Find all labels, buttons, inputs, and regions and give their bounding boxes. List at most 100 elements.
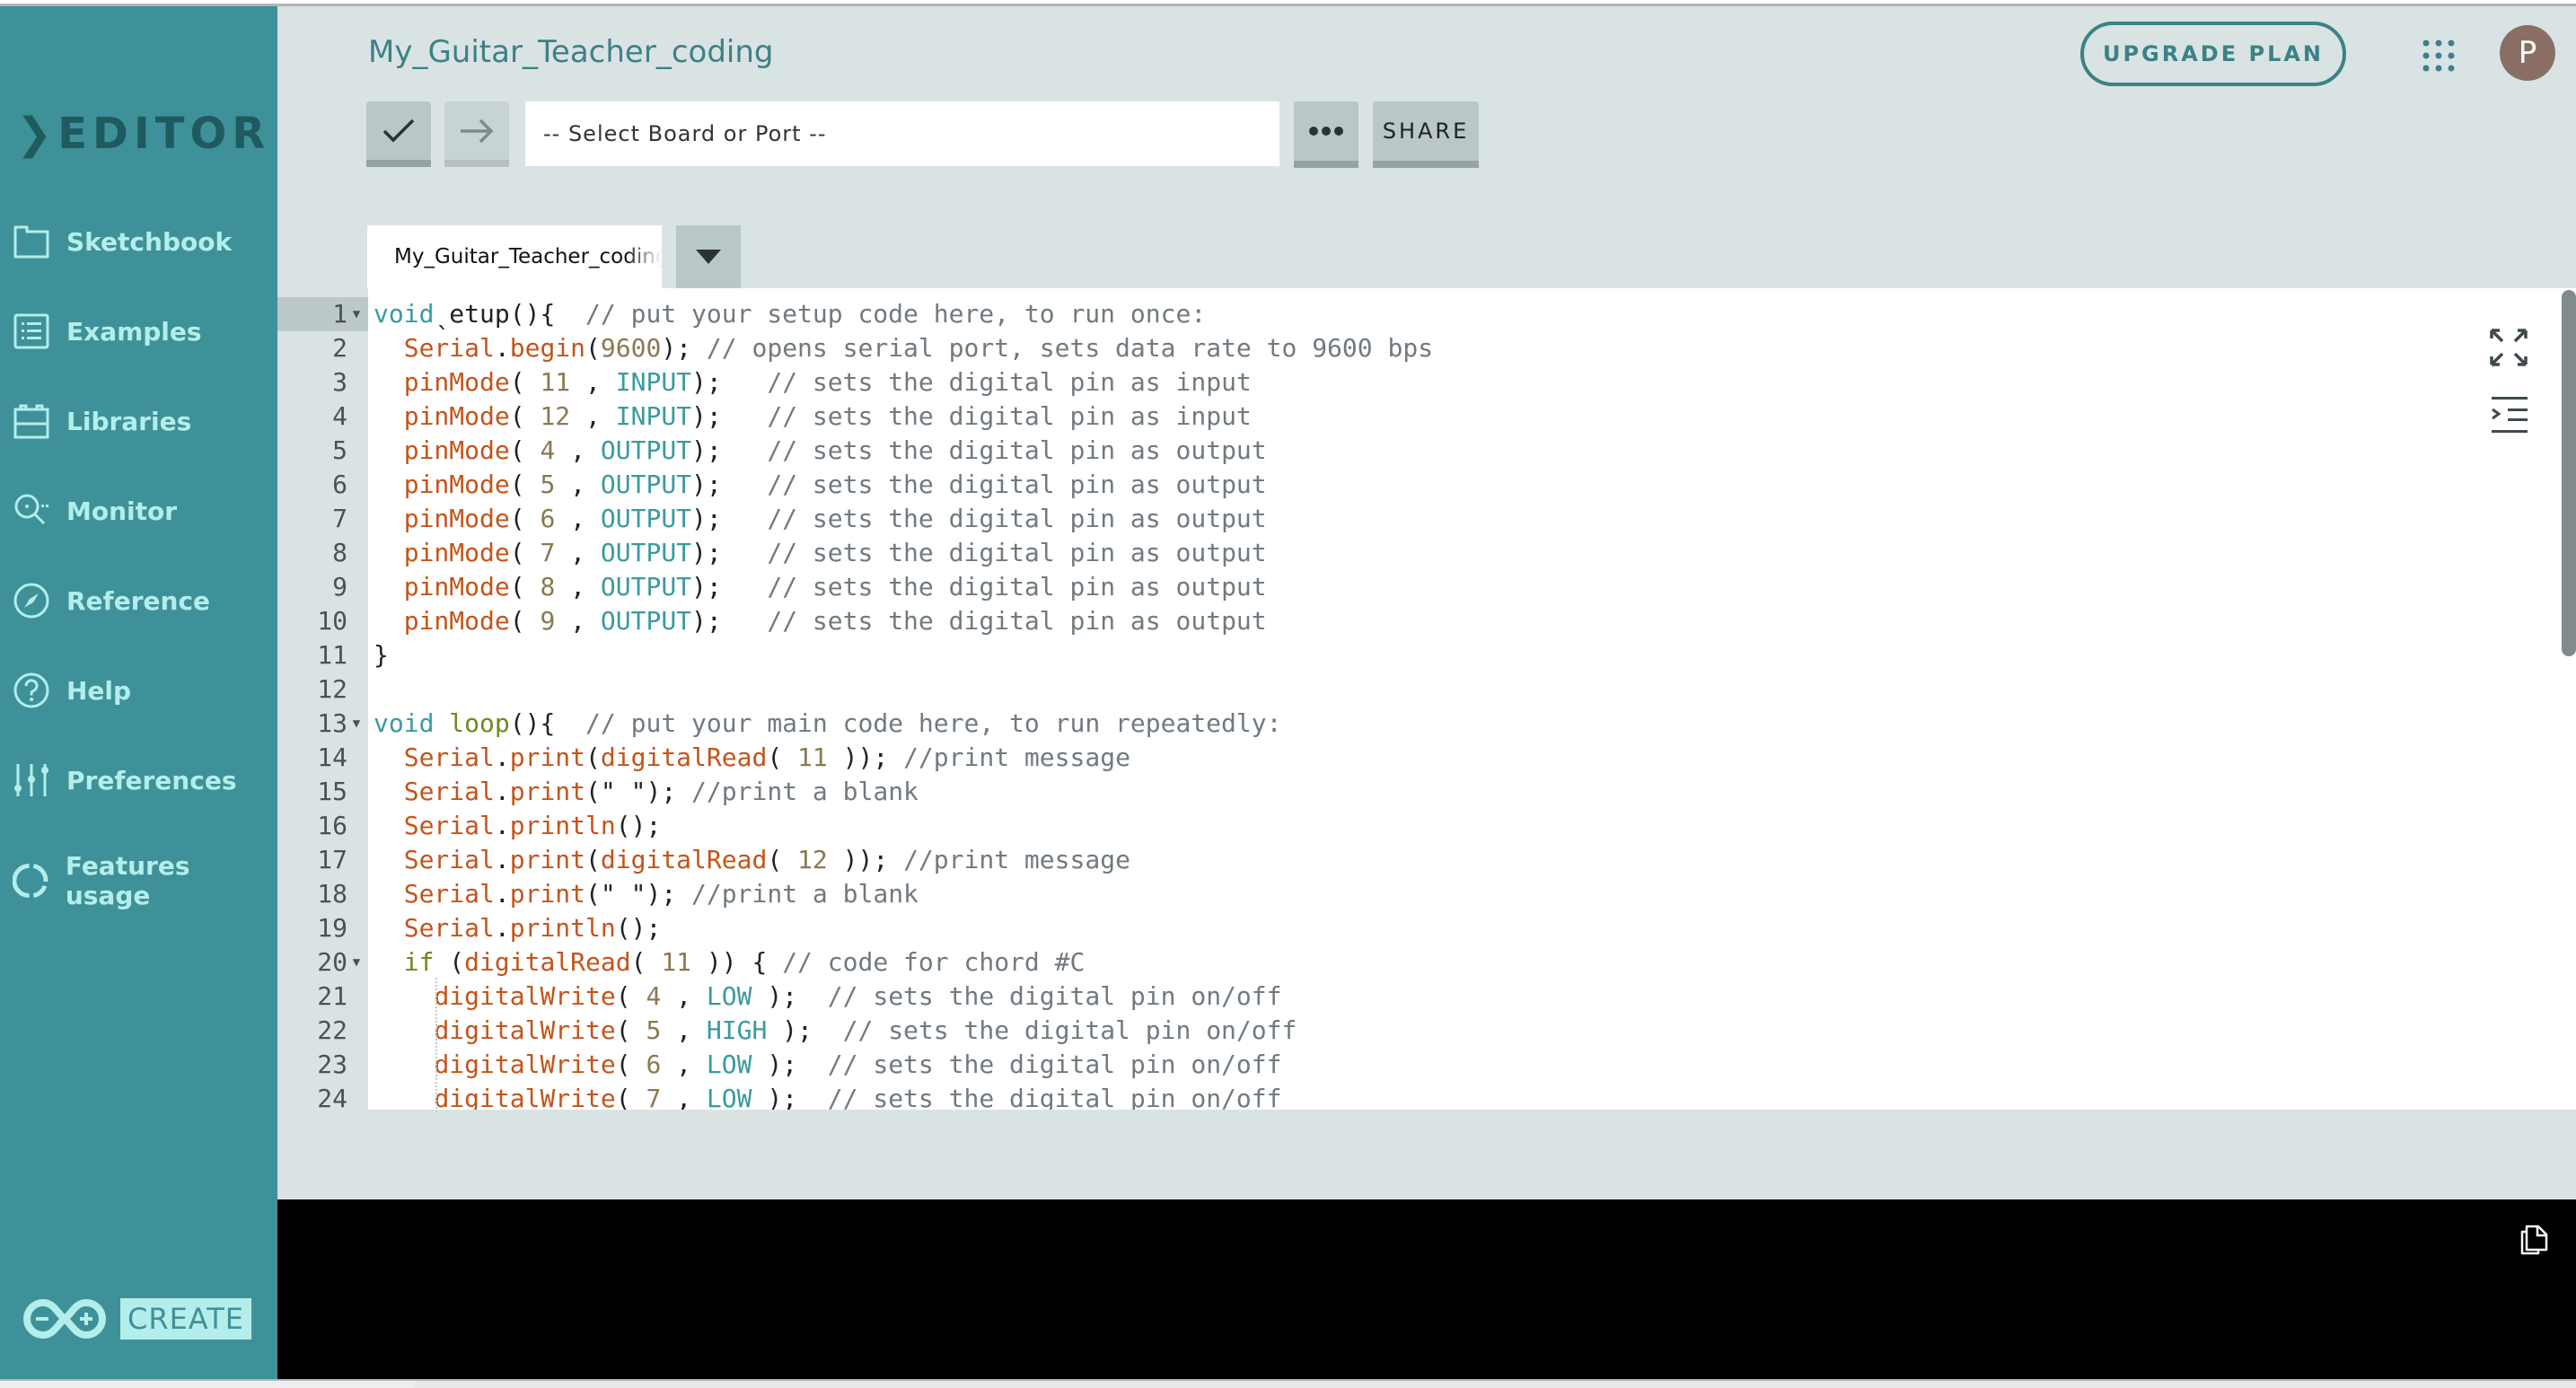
- code-token: }: [374, 640, 389, 670]
- sliders-icon: [14, 764, 48, 796]
- code-token: (: [509, 470, 541, 499]
- code-text: pinMode( 5 , OUTPUT); // sets the digita…: [374, 468, 1267, 502]
- line-number: 24: [317, 1084, 347, 1110]
- code-token: );: [752, 981, 828, 1011]
- code-token: );: [691, 435, 768, 465]
- code-editor[interactable]: 1 ▼ voidˎetup(){ // put your setup code he…: [277, 288, 2576, 1110]
- code-text: if (digitalRead( 11 )) { // code for cho…: [374, 945, 1086, 980]
- code-token: pinMode: [403, 401, 510, 431]
- line-number: 15: [317, 777, 347, 806]
- code-token: begin: [509, 333, 586, 363]
- code-token: );: [752, 1050, 828, 1079]
- code-token: OUTPUT: [600, 538, 692, 567]
- fold-toggle-icon[interactable]: ▼: [348, 707, 365, 741]
- code-text: Serial.println();: [374, 911, 662, 945]
- share-button[interactable]: SHARE: [1373, 101, 1479, 168]
- code-token: );: [661, 333, 707, 363]
- compass-icon: [13, 583, 49, 619]
- code-token: // sets the digital pin as output: [767, 470, 1267, 499]
- indent-button[interactable]: [2490, 395, 2528, 436]
- code-token: pinMode: [403, 538, 510, 567]
- code-token: (: [434, 947, 465, 977]
- sidebar: ❯ EDITOR Sketchbook Examples Libraries M…: [0, 6, 277, 1379]
- code-text: Serial.print(digitalRead( 12 )); //print…: [374, 843, 1130, 877]
- sidebar-item-features-usage[interactable]: Features usage: [13, 851, 277, 910]
- code-token: );: [691, 367, 768, 397]
- upload-button[interactable]: [444, 101, 509, 167]
- code-token: //print a blank: [691, 879, 919, 909]
- line-number: 7: [332, 504, 347, 533]
- code-token: LOW: [706, 981, 752, 1011]
- sidebar-item-monitor[interactable]: Monitor: [13, 492, 177, 530]
- arduino-create-logo[interactable]: CREATE: [20, 1297, 251, 1340]
- code-token: .: [494, 879, 510, 909]
- code-token: void: [374, 708, 435, 738]
- line-number: 9: [332, 572, 347, 602]
- code-token: println: [509, 811, 616, 840]
- sidebar-item-reference[interactable]: Reference: [13, 582, 210, 619]
- sidebar-item-libraries[interactable]: Libraries: [13, 402, 191, 440]
- sketch-title[interactable]: My_Guitar_Teacher_coding: [368, 34, 773, 70]
- tab-sketch-file[interactable]: My_Guitar_Teacher_coding: [367, 225, 662, 288]
- code-token: .: [494, 913, 510, 943]
- code-token: (: [509, 435, 541, 465]
- code-token: );: [691, 538, 768, 567]
- code-token: // sets the digital pin as output: [767, 538, 1267, 567]
- sidebar-item-help[interactable]: Help: [13, 672, 131, 709]
- code-token: // sets the digital pin as input: [767, 401, 1252, 431]
- code-token: // sets the digital pin as output: [767, 606, 1267, 636]
- code-text: void loop(){ // put your main code here,…: [374, 707, 1281, 741]
- sidebar-item-label: Reference: [66, 585, 211, 616]
- verify-button[interactable]: [366, 101, 431, 167]
- line-number: 16: [317, 811, 347, 840]
- code-token: // sets the digital pin as output: [767, 504, 1267, 533]
- sidebar-item-sketchbook[interactable]: Sketchbook: [13, 223, 232, 260]
- expand-icon: [2490, 329, 2528, 366]
- code-token: 7: [540, 538, 556, 567]
- code-token: (" ");: [585, 777, 692, 806]
- fold-toggle-icon[interactable]: ▼: [348, 297, 365, 331]
- sidebar-item-label: Preferences: [66, 765, 237, 795]
- sidebar-item-label: Sketchbook: [66, 226, 233, 257]
- sidebar-item-examples[interactable]: Examples: [13, 312, 202, 350]
- line-number: 17: [317, 845, 347, 874]
- code-token: );: [691, 401, 768, 431]
- code-token: 7: [646, 1084, 662, 1110]
- code-token: (" ");: [585, 879, 692, 909]
- code-token: ,: [661, 981, 707, 1011]
- more-options-button[interactable]: [1294, 101, 1358, 168]
- code-text: pinMode( 4 , OUTPUT); // sets the digita…: [374, 434, 1267, 468]
- code-text: pinMode( 12 , INPUT); // sets the digita…: [374, 400, 1252, 434]
- code-token: println: [509, 913, 616, 943]
- code-text: pinMode( 6 , OUTPUT); // sets the digita…: [374, 502, 1267, 536]
- code-token: // put your setup code here, to run once…: [585, 299, 1207, 329]
- tab-menu-button[interactable]: [676, 225, 741, 288]
- copy-output-button[interactable]: [2519, 1225, 2549, 1259]
- fold-toggle-icon[interactable]: ▼: [348, 945, 365, 980]
- tab-label: My_Guitar_Teacher_coding: [394, 245, 662, 268]
- code-text: digitalWrite( 5 , HIGH ); // sets the di…: [374, 1014, 1297, 1048]
- upgrade-plan-button[interactable]: UPGRADE PLAN: [2080, 22, 2346, 86]
- editor-tools: [2490, 329, 2528, 436]
- code-token: Serial: [403, 879, 495, 909]
- line-number: 19: [317, 913, 347, 943]
- create-logo-text: CREATE: [120, 1298, 251, 1340]
- sidebar-item-preferences[interactable]: Preferences: [13, 761, 236, 799]
- fullscreen-button[interactable]: [2490, 329, 2528, 370]
- code-token: 4: [646, 981, 662, 1011]
- line-number: 1: [332, 299, 347, 329]
- board-port-select[interactable]: -- Select Board or Port --: [525, 101, 1279, 166]
- code-token: (: [615, 1084, 646, 1110]
- code-token: .: [494, 811, 510, 840]
- code-token: ,: [661, 1084, 707, 1110]
- code-token: // sets the digital pin as input: [767, 367, 1252, 397]
- editor-scrollbar[interactable]: [2562, 290, 2576, 656]
- help-icon: [13, 672, 49, 708]
- code-token: )) {: [691, 947, 783, 977]
- user-avatar[interactable]: P: [2500, 25, 2555, 81]
- code-token: pinMode: [403, 367, 510, 397]
- apps-grid-button[interactable]: [2421, 38, 2457, 74]
